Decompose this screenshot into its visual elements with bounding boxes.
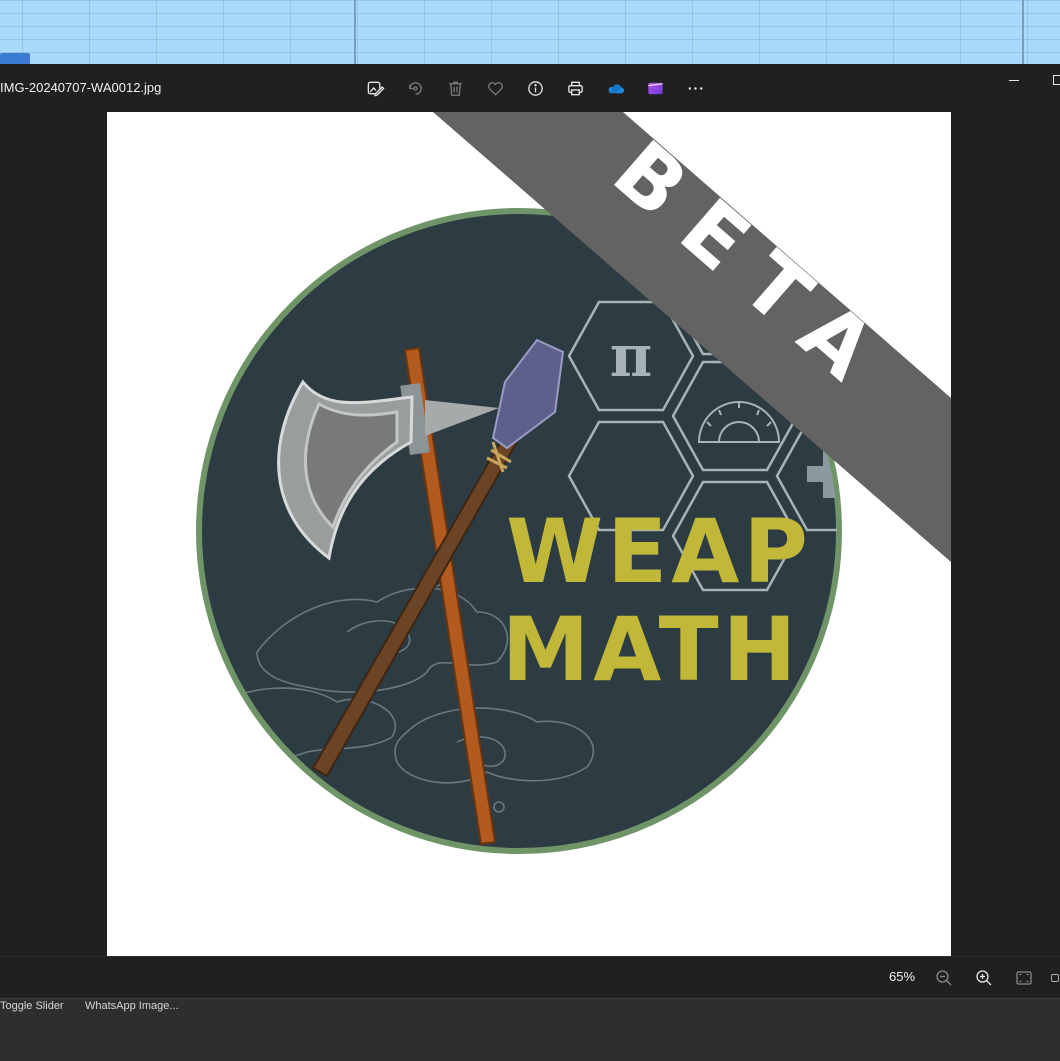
zoom-level: 65% [880, 969, 924, 984]
fullscreen-icon [1050, 969, 1060, 987]
column-divider [354, 0, 356, 64]
clipchamp-icon [646, 79, 665, 98]
taskbar-item-toggle-slider[interactable]: Toggle Slider [0, 1000, 64, 1014]
minimize-icon [1003, 72, 1025, 88]
column-divider [1022, 0, 1024, 64]
image-canvas: π [0, 112, 1060, 956]
status-bar: 65% [0, 956, 1060, 999]
favorite-icon [486, 79, 505, 98]
print-icon [566, 79, 585, 98]
viewer-toolbar [355, 74, 715, 102]
edit-image-button[interactable] [355, 74, 395, 102]
maximize-button[interactable] [1048, 72, 1060, 88]
onedrive-icon [606, 79, 625, 98]
rotate-icon [406, 79, 425, 98]
more-options-button[interactable] [675, 74, 715, 102]
background-spreadsheet-window [0, 0, 1060, 65]
taskbar-item-whatsapp-image[interactable]: WhatsApp Image... [85, 1000, 179, 1014]
info-icon [526, 79, 545, 98]
taskbar: Toggle Slider WhatsApp Image... [0, 998, 1060, 1061]
zoom-out-icon [935, 969, 953, 987]
rotate-button[interactable] [395, 74, 435, 102]
delete-button[interactable] [435, 74, 475, 102]
file-name-title: IMG-20240707-WA0012.jpg [0, 80, 161, 95]
zoom-out-button[interactable] [932, 966, 956, 990]
photo-viewer-window: IMG-20240707-WA0012.jpg [0, 64, 1060, 998]
logo-text-math: MATH [502, 598, 801, 701]
fit-to-window-button[interactable] [1012, 966, 1036, 990]
print-button[interactable] [555, 74, 595, 102]
minimize-button[interactable] [1003, 72, 1025, 88]
zoom-in-icon [975, 969, 993, 987]
displayed-photo: π [107, 112, 951, 956]
clipchamp-button[interactable] [635, 74, 675, 102]
edit-image-icon [366, 79, 385, 98]
maximize-icon [1048, 72, 1060, 88]
weap-math-logo: π [107, 112, 951, 956]
pi-symbol: π [610, 322, 652, 390]
title-bar: IMG-20240707-WA0012.jpg [0, 64, 1060, 112]
delete-icon [446, 79, 465, 98]
file-info-button[interactable] [515, 74, 555, 102]
fullscreen-button[interactable] [1050, 966, 1060, 990]
fit-to-window-icon [1015, 969, 1033, 987]
logo-text-weap: WEAP [506, 500, 812, 603]
selected-cell-marker [0, 53, 30, 64]
onedrive-button[interactable] [595, 74, 635, 102]
more-icon [686, 79, 705, 98]
favorite-button[interactable] [475, 74, 515, 102]
zoom-in-button[interactable] [972, 966, 996, 990]
